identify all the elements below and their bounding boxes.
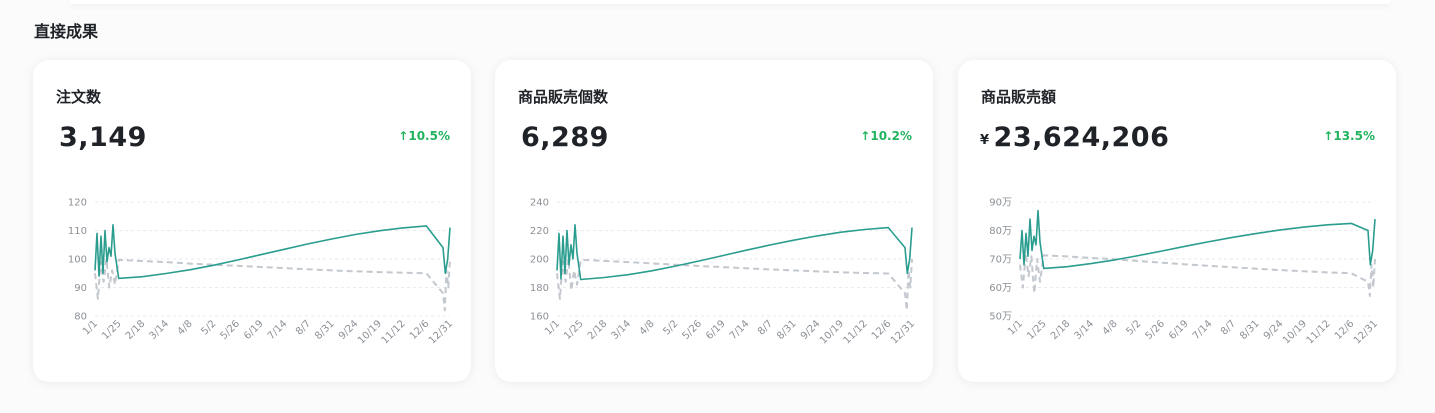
x-tick-label: 10/19 [356,318,384,346]
y-tick-label: 90万 [989,198,1012,209]
y-tick-label: 50万 [989,312,1012,323]
x-tick-label: 8/31 [775,318,799,342]
orders-line-chart: 80901001101201/1 1/25 2/18 3/14 4/8 5/2 5/26 6/… [68,198,455,347]
card-units-sold: 商品販売個数 6,289 ↑10.2% 160 180 200 220 240 1/1 1/… [495,60,933,382]
y-tick-label: 240 [530,198,549,209]
x-tick-label: 8/31 [313,318,337,342]
x-tick-label: 5/2 [1124,318,1143,337]
y-tick-label: 60万 [989,283,1012,294]
series-line-previous [556,258,913,312]
series-line-previous [1019,252,1376,297]
x-tick-label: 1/25 [100,318,124,342]
x-tick-label: 5/26 [218,318,242,342]
series-line-previous [94,258,451,312]
change-value: 10.2% [870,129,912,143]
x-tick-label: 1/25 [1025,318,1049,342]
card-sales-amount: 商品販売額 ¥23,624,206 ↑13.5% 50万 60万 70万 80万 90万… [958,60,1396,382]
x-tick-label: 5/26 [1143,318,1167,342]
top-card-edge [70,0,1390,4]
y-tick-label: 160 [530,312,549,323]
kpi-value: ¥23,624,206 [980,122,1169,153]
y-tick-label: 200 [530,255,549,266]
x-tick-label: 3/14 [147,318,171,342]
x-tick-label: 7/14 [266,318,290,342]
arrow-up-icon: ↑ [398,129,409,143]
x-tick-label: 6/19 [1167,318,1191,342]
x-tick-label: 5/26 [680,318,704,342]
x-tick-label: 6/19 [242,318,266,342]
units-line-chart: 1601802002202401/1 1/25 2/18 3/14 4/8 5/2 5/26… [530,198,917,347]
kpi-value: 6,289 [517,122,609,153]
x-tick-label: 5/2 [199,318,218,337]
currency-prefix: ¥ [980,133,990,148]
x-tick-label: 8/7 [1219,318,1238,337]
x-tick-label: 10/19 [1281,318,1309,346]
y-tick-label: 90 [74,283,87,294]
x-tick-label: 4/8 [638,318,657,337]
x-tick-label: 12/31 [1352,318,1380,346]
x-tick-label: 11/12 [842,318,870,346]
arrow-up-icon: ↑ [860,129,871,143]
x-tick-label: 7/14 [1191,318,1215,342]
kpi-number: 6,289 [521,122,609,153]
kpi-value: 3,149 [55,122,147,153]
change-badge: ↑10.2% [860,129,912,143]
x-tick-label: 12/31 [427,318,455,346]
x-tick-label: 11/12 [1305,318,1333,346]
change-value: 13.5% [1333,129,1375,143]
x-tick-label: 4/8 [176,318,195,337]
arrow-up-icon: ↑ [1323,129,1334,143]
card-orders: 注文数 3,149 ↑10.5% 80 90 100 110 120 1/1 1/25 2/1… [33,60,471,382]
y-tick-label: 120 [68,198,87,209]
x-tick-label: 8/7 [756,318,775,337]
y-tick-label: 80 [74,312,87,323]
x-tick-label: 7/14 [728,318,752,342]
section-title: 直接成果 [34,22,99,41]
y-tick-label: 100 [68,255,87,266]
x-tick-label: 5/2 [661,318,680,337]
x-tick-label: 3/14 [1072,318,1096,342]
x-tick-label: 2/18 [1049,318,1073,342]
change-value: 10.5% [408,129,450,143]
x-tick-label: 3/14 [609,318,633,342]
x-tick-label: 2/18 [586,318,610,342]
x-tick-label: 1/25 [562,318,586,342]
y-tick-label: 70万 [989,255,1012,266]
x-tick-label: 8/31 [1238,318,1262,342]
y-tick-label: 80万 [989,226,1012,237]
x-tick-label: 11/12 [380,318,408,346]
x-tick-label: 2/18 [124,318,148,342]
series-line-current [94,224,451,280]
series-line-current [1019,209,1376,270]
y-tick-label: 220 [530,226,549,237]
y-tick-label: 180 [530,283,549,294]
change-badge: ↑13.5% [1323,129,1375,143]
kpi-number: 3,149 [59,122,147,153]
series-line-current [556,224,913,281]
change-badge: ↑10.5% [398,129,450,143]
x-tick-label: 8/7 [294,318,313,337]
y-tick-label: 110 [68,226,87,237]
x-tick-label: 12/31 [889,318,917,346]
card-title: 商品販売額 [981,88,1057,106]
x-tick-label: 4/8 [1101,318,1120,337]
card-title: 商品販売個数 [518,88,609,106]
sales-line-chart: 50万60万70万80万90万1/1 1/25 2/18 3/14 4/8 5/2 5/26… [989,198,1380,347]
kpi-number: 23,624,206 [993,122,1170,153]
card-title: 注文数 [56,88,102,106]
x-tick-label: 6/19 [704,318,728,342]
x-tick-label: 10/19 [818,318,846,346]
